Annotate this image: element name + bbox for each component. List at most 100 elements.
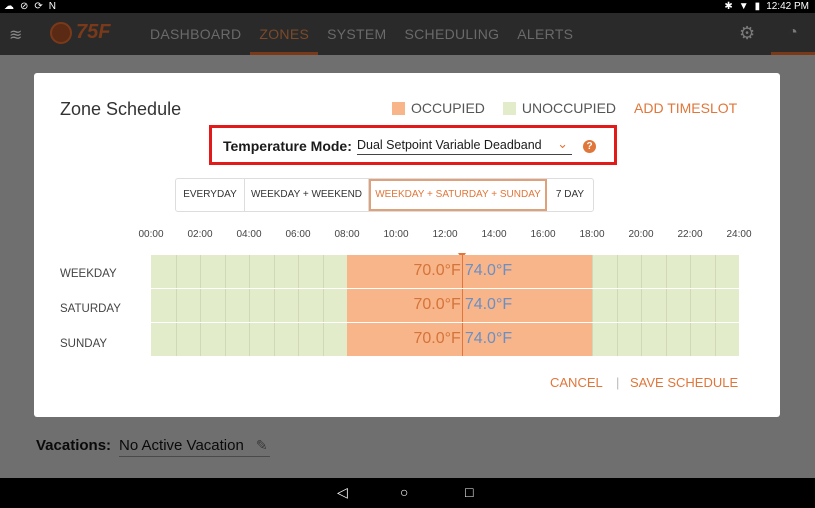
tab-7-day[interactable]: 7 DAY	[547, 179, 593, 211]
schedule-lane-saturday[interactable]: 70.0°F 74.0°F	[151, 289, 739, 322]
time-tick: 12:00	[432, 229, 458, 240]
layers-icon[interactable]: ≋	[9, 25, 22, 45]
grid-line	[616, 289, 618, 322]
vacations-label: Vacations:	[36, 437, 112, 454]
time-tick: 10:00	[383, 229, 409, 240]
button-separator: |	[616, 375, 620, 390]
brand-logo: 75F	[50, 21, 110, 44]
temperature-mode-label: Temperature Mode:	[223, 138, 352, 154]
grid-line	[592, 289, 593, 322]
top-nav: ≋ 75F DASHBOARD ZONES SYSTEM SCHEDULING …	[0, 13, 815, 55]
grid-line	[224, 323, 226, 356]
pencil-icon[interactable]: ✎	[256, 437, 268, 454]
grid-line	[665, 255, 667, 288]
time-tick: 08:00	[334, 229, 360, 240]
tab-weekday-saturday-sunday[interactable]: WEEKDAY + SATURDAY + SUNDAY	[369, 179, 547, 211]
block-icon: ⊘	[20, 1, 29, 12]
cancel-button[interactable]: CANCEL	[550, 375, 603, 390]
logo-mark-icon	[50, 21, 72, 44]
grid-line	[714, 289, 716, 322]
tab-weekday-weekend[interactable]: WEEKDAY + WEEKEND	[245, 179, 369, 211]
time-tick: 00:00	[138, 229, 164, 240]
n-icon: N	[48, 1, 57, 12]
time-tick: 06:00	[285, 229, 311, 240]
nav-zones[interactable]: ZONES	[250, 13, 319, 55]
home-icon[interactable]: ○	[400, 484, 408, 500]
sync-icon: ⟳	[34, 1, 43, 12]
heating-setpoint: 70.0°F	[413, 262, 461, 279]
bluetooth-icon: ✱	[724, 1, 733, 12]
wifi-icon: ▼	[738, 1, 749, 12]
back-icon[interactable]: ◁	[337, 484, 348, 501]
gauge-icon[interactable]: ◔	[771, 13, 815, 55]
vacations-value[interactable]: No Active Vacation	[119, 437, 270, 457]
time-tick: 02:00	[187, 229, 213, 240]
vacations-row: Vacations: No Active Vacation ✎	[36, 437, 270, 457]
cooling-setpoint: 74.0°F	[464, 330, 513, 347]
clock-time: 12:42 PM	[766, 1, 809, 12]
grid-line	[224, 255, 226, 288]
tab-everyday[interactable]: EVERYDAY	[176, 179, 245, 211]
grid-line	[665, 323, 667, 356]
grid-line	[322, 323, 324, 356]
temperature-mode-highlight: Temperature Mode: Dual Setpoint Variable…	[209, 125, 617, 165]
grid-line	[175, 289, 177, 322]
cooling-setpoint: 74.0°F	[464, 296, 513, 313]
grid-line	[175, 323, 177, 356]
grid-line	[298, 323, 299, 356]
unoccupied-swatch	[502, 101, 516, 115]
grid-line	[616, 255, 618, 288]
grid-line	[714, 323, 716, 356]
grid-line	[616, 323, 618, 356]
grid-line	[665, 289, 667, 322]
grid-line	[592, 255, 593, 288]
setpoint-label: 70.0°F 74.0°F	[414, 330, 513, 348]
temperature-mode-value: Dual Setpoint Variable Deadband	[357, 138, 542, 152]
cooling-setpoint: 74.0°F	[464, 262, 513, 279]
setpoint-label: 70.0°F 74.0°F	[414, 262, 513, 280]
grid-line	[641, 255, 642, 288]
grid-line	[714, 255, 716, 288]
time-tick: 22:00	[677, 229, 703, 240]
schedule-lane-weekday[interactable]: 70.0°F 74.0°F	[151, 255, 739, 288]
grid-line	[298, 289, 299, 322]
grid-line	[322, 255, 324, 288]
nav-system[interactable]: SYSTEM	[318, 13, 395, 55]
grid-line	[249, 289, 250, 322]
legend-occupied: OCCUPIED	[411, 100, 485, 116]
row-label-weekday: WEEKDAY	[60, 268, 117, 280]
grid-line	[690, 289, 691, 322]
nav-scheduling[interactable]: SCHEDULING	[396, 13, 509, 55]
save-schedule-button[interactable]: SAVE SCHEDULE	[630, 375, 738, 390]
cloud-icon: ☁	[4, 1, 14, 12]
time-tick: 18:00	[579, 229, 605, 240]
time-tick: 16:00	[530, 229, 556, 240]
grid-line	[224, 289, 226, 322]
grid-line	[641, 323, 642, 356]
time-tick: 04:00	[236, 229, 262, 240]
nav-alerts[interactable]: ALERTS	[508, 13, 582, 55]
grid-line	[690, 323, 691, 356]
grid-line	[592, 323, 593, 356]
grid-line	[200, 323, 201, 356]
grid-line	[690, 255, 691, 288]
grid-line	[273, 289, 275, 322]
time-tick: 14:00	[481, 229, 507, 240]
legend-unoccupied: UNOCCUPIED	[521, 100, 617, 116]
grid-line	[273, 255, 275, 288]
schedule-lane-sunday[interactable]: 70.0°F 74.0°F	[151, 323, 739, 356]
system-nav-bar: ◁ ○ □	[0, 478, 815, 508]
nav-dashboard[interactable]: DASHBOARD	[150, 13, 250, 55]
gear-icon[interactable]: ⚙	[739, 23, 755, 44]
row-label-saturday: SATURDAY	[60, 303, 121, 315]
occupied-swatch	[392, 101, 405, 115]
grid-line	[641, 289, 642, 322]
recents-icon[interactable]: □	[465, 484, 473, 500]
zone-schedule-dialog: Zone Schedule OCCUPIED UNOCCUPIED ADD TI…	[34, 73, 780, 417]
grid-line	[249, 323, 250, 356]
grid-line	[322, 289, 324, 322]
grid-line	[298, 255, 299, 288]
add-timeslot-button[interactable]: ADD TIMESLOT	[634, 100, 737, 116]
help-icon[interactable]: ?	[583, 140, 596, 153]
temperature-mode-select[interactable]: Dual Setpoint Variable Deadband ⌄	[357, 136, 572, 155]
